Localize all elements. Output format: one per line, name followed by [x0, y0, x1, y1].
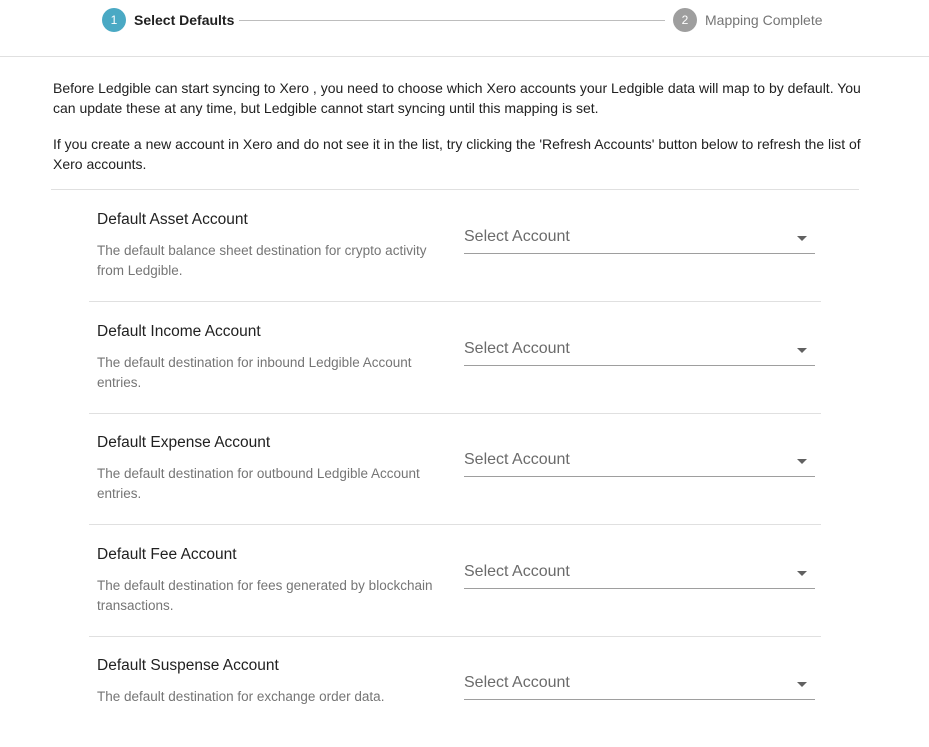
account-row-expense: Default Expense Account The default dest…: [89, 413, 821, 525]
select-placeholder: Select Account: [464, 451, 570, 468]
intro-paragraph-1: Before Ledgible can start syncing to Xer…: [53, 80, 861, 116]
account-title: Default Asset Account: [97, 211, 248, 228]
suspense-account-select[interactable]: Select Account: [464, 666, 815, 700]
account-title: Default Expense Account: [97, 434, 271, 451]
step-1-label: Select Defaults: [134, 12, 235, 28]
account-title: Default Income Account: [97, 323, 261, 340]
step-mapping-complete[interactable]: 2 Mapping Complete: [673, 8, 823, 32]
account-row-suspense: Default Suspense Account The default des…: [89, 636, 821, 747]
caret-down-icon: [797, 236, 807, 241]
intro-text: Before Ledgible can start syncing to Xer…: [53, 78, 863, 190]
account-title: Default Suspense Account: [97, 657, 279, 674]
stepper-connector-line: [239, 20, 665, 21]
account-title: Default Fee Account: [97, 546, 237, 563]
fee-account-select[interactable]: Select Account: [464, 555, 815, 589]
select-placeholder: Select Account: [464, 228, 570, 245]
account-description: The default balance sheet destination fo…: [97, 243, 427, 278]
select-placeholder: Select Account: [464, 563, 570, 580]
step-2-number: 2: [673, 8, 697, 32]
account-description: The default destination for exchange ord…: [97, 689, 385, 704]
step-select-defaults[interactable]: 1 Select Defaults: [102, 8, 235, 32]
stepper: 1 Select Defaults 2 Mapping Complete: [0, 0, 929, 57]
step-1-number: 1: [102, 8, 126, 32]
asset-account-select[interactable]: Select Account: [464, 220, 815, 254]
select-placeholder: Select Account: [464, 340, 570, 357]
caret-down-icon: [797, 459, 807, 464]
expense-account-select[interactable]: Select Account: [464, 443, 815, 477]
income-account-select[interactable]: Select Account: [464, 332, 815, 366]
account-row-income: Default Income Account The default desti…: [89, 302, 821, 414]
caret-down-icon: [797, 348, 807, 353]
select-placeholder: Select Account: [464, 674, 570, 691]
step-2-label: Mapping Complete: [705, 12, 823, 28]
account-row-fee: Default Fee Account The default destinat…: [89, 525, 821, 637]
caret-down-icon: [797, 682, 807, 687]
intro-paragraph-2: If you create a new account in Xero and …: [53, 136, 861, 172]
account-row-asset: Default Asset Account The default balanc…: [89, 190, 821, 302]
account-description: The default destination for outbound Led…: [97, 466, 420, 501]
account-description: The default destination for inbound Ledg…: [97, 355, 412, 390]
caret-down-icon: [797, 571, 807, 576]
account-description: The default destination for fees generat…: [97, 578, 433, 613]
